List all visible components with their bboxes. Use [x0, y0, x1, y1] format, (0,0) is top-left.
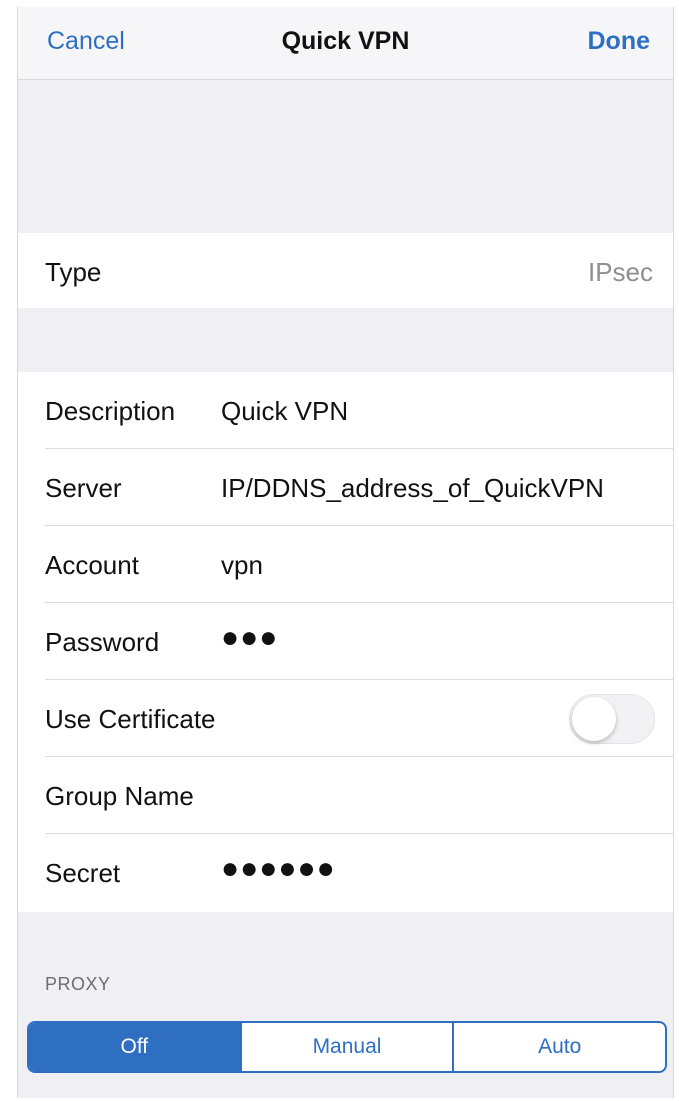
done-button[interactable]: Done: [588, 27, 651, 56]
page-title: Quick VPN: [281, 27, 410, 55]
vpn-settings-screen: Cancel Quick VPN Done Type IPsec Descrip…: [17, 7, 674, 1098]
proxy-option-off[interactable]: Off: [29, 1023, 240, 1071]
description-row[interactable]: Description Quick VPN: [45, 372, 673, 449]
use-certificate-toggle[interactable]: [569, 694, 655, 744]
password-field[interactable]: ●●●: [221, 621, 278, 655]
type-row[interactable]: Type IPsec: [18, 233, 673, 308]
server-label: Server: [45, 473, 122, 503]
password-label: Password: [45, 627, 160, 657]
account-row[interactable]: Account vpn: [45, 526, 673, 603]
proxy-option-auto[interactable]: Auto: [452, 1023, 665, 1071]
vpn-fields-group: Description Quick VPN Server IP/DDNS_add…: [18, 372, 673, 912]
group-name-row[interactable]: Group Name: [45, 757, 673, 834]
account-field[interactable]: vpn: [221, 550, 263, 581]
proxy-segmented-control: Off Manual Auto: [27, 1021, 667, 1073]
type-group: Type IPsec: [18, 233, 673, 308]
use-certificate-label: Use Certificate: [45, 704, 216, 734]
navigation-bar: Cancel Quick VPN Done: [18, 7, 673, 80]
proxy-option-manual[interactable]: Manual: [239, 1023, 453, 1071]
password-row[interactable]: Password ●●●: [45, 603, 673, 680]
secret-row[interactable]: Secret ●●●●●●: [45, 834, 673, 911]
description-field[interactable]: Quick VPN: [221, 396, 348, 427]
account-label: Account: [45, 550, 139, 580]
proxy-section-header: PROXY: [45, 974, 111, 994]
description-label: Description: [45, 396, 176, 426]
server-row[interactable]: Server IP/DDNS_address_of_QuickVPN: [45, 449, 673, 526]
toggle-knob: [572, 697, 616, 741]
secret-field[interactable]: ●●●●●●: [221, 852, 336, 886]
type-label: Type: [45, 257, 102, 287]
type-value: IPsec: [587, 257, 653, 287]
group-name-label: Group Name: [45, 781, 194, 811]
use-certificate-row: Use Certificate: [45, 680, 673, 757]
server-field[interactable]: IP/DDNS_address_of_QuickVPN: [221, 473, 604, 504]
secret-label: Secret: [45, 858, 121, 888]
